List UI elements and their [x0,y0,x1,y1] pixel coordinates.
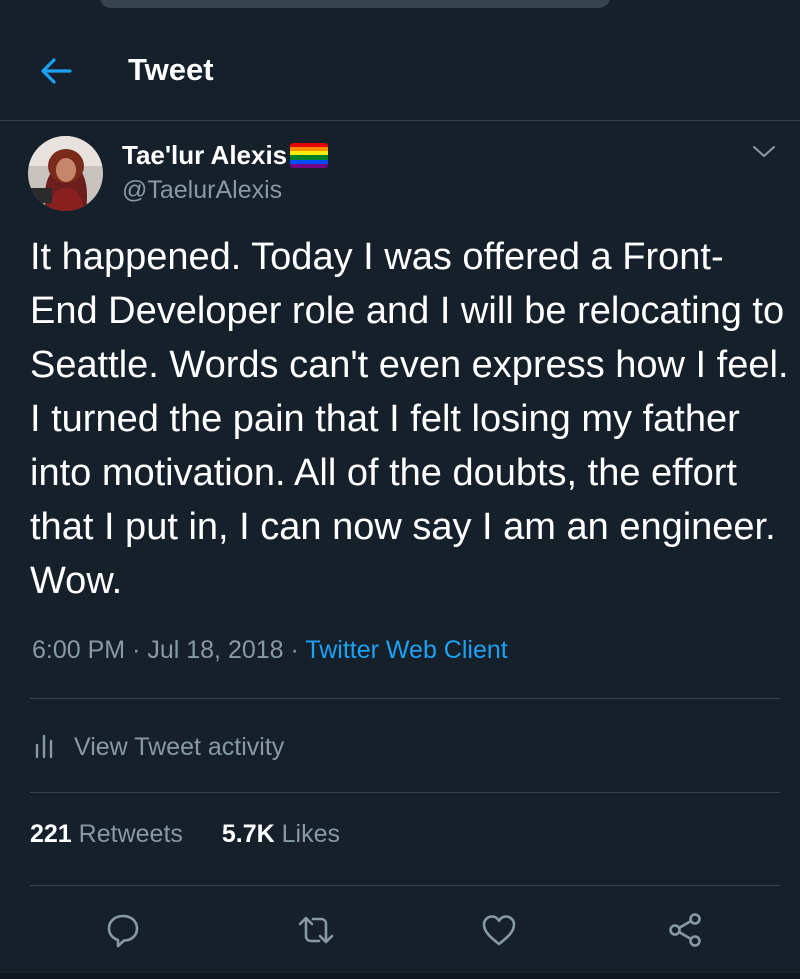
view-tweet-activity-label: View Tweet activity [74,732,285,761]
tweet-text: It happened. Today I was offered a Front… [30,236,789,602]
tweet-meta: 6:00 PM · Jul 18, 2018 · Twitter Web Cli… [32,636,508,665]
retweets-label: Retweets [78,820,183,848]
divider [30,792,780,793]
likes-stat[interactable]: 5.7K Likes [222,820,340,849]
author-name[interactable]: Tae'lur Alexis [122,140,287,171]
share-button[interactable] [666,910,706,950]
share-icon [669,913,701,947]
divider [30,885,780,886]
meta-separator: · [290,636,299,664]
page-title: Tweet [128,52,214,87]
tweet-time: 6:00 PM [32,636,126,664]
arrow-left-icon[interactable] [38,56,72,86]
retweet-icon [298,916,334,944]
likes-label: Likes [281,820,340,848]
retweets-count: 221 [30,820,72,848]
tweet-source-link[interactable]: Twitter Web Client [305,636,507,664]
meta-separator: · [132,636,141,664]
like-button[interactable] [479,910,519,950]
heart-icon [482,915,516,946]
tweet-stats: 221 Retweets 5.7K Likes [30,820,340,849]
chevron-down-icon[interactable] [750,142,778,162]
tweet-date: Jul 18, 2018 [147,636,284,664]
header-bar: Tweet [0,0,800,121]
author-handle[interactable]: @TaelurAlexis [122,176,282,205]
bar-chart-icon [35,734,53,759]
bottom-edge [0,973,800,979]
reply-icon [107,914,139,948]
tweet-detail-screen: Tweet Tae'lur Alexis @TaelurAlexis It ha… [0,0,800,979]
rainbow-flag-icon [290,143,328,168]
divider [30,698,780,699]
retweets-stat[interactable]: 221 Retweets [30,820,183,849]
likes-count: 5.7K [221,820,275,848]
view-tweet-activity-button[interactable]: View Tweet activity [30,727,284,767]
reply-button[interactable] [103,910,143,950]
retweet-button[interactable] [296,910,336,950]
avatar[interactable] [28,136,103,211]
